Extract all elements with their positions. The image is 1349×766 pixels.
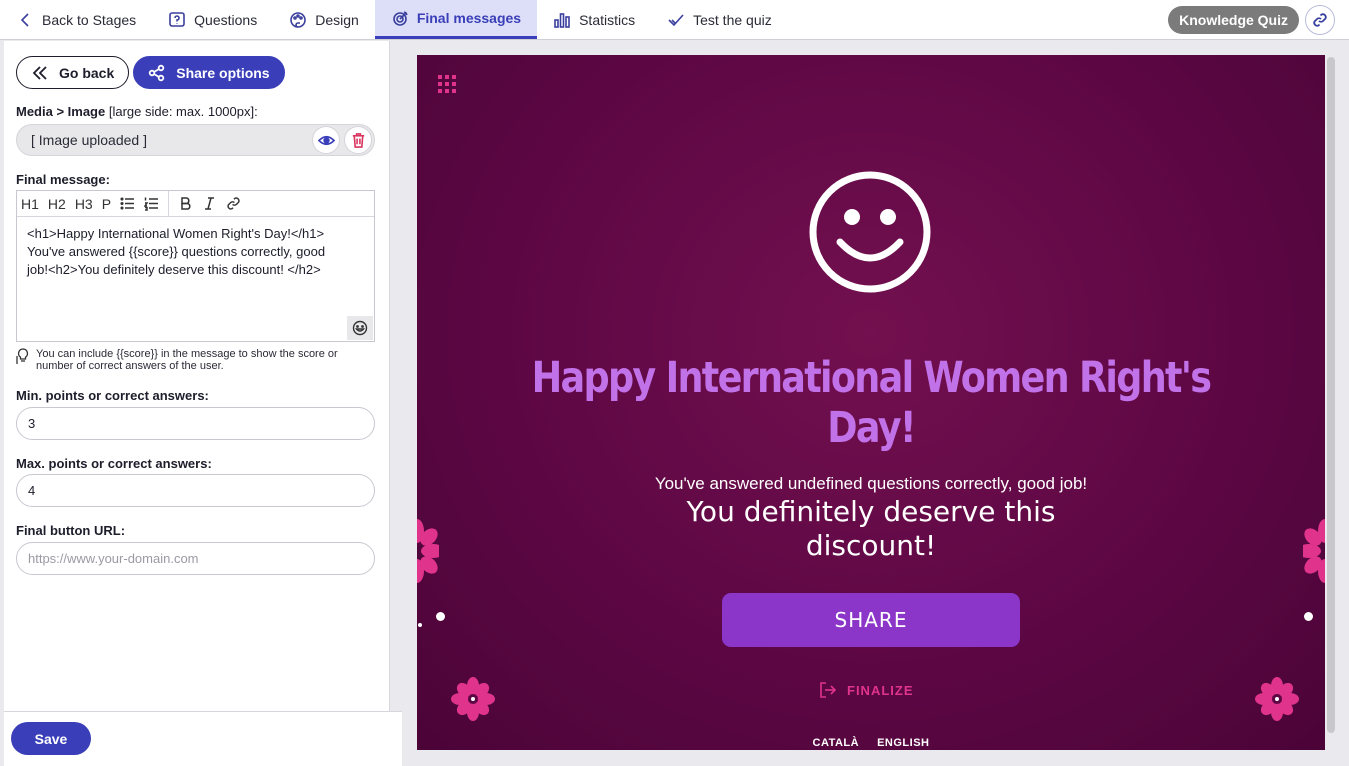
message-textarea[interactable]: <h1>Happy International Women Right's Da… xyxy=(17,217,374,287)
copy-link-button[interactable] xyxy=(1305,4,1335,35)
go-back-label: Go back xyxy=(59,64,115,81)
eye-icon xyxy=(317,135,335,145)
toolbar-separator xyxy=(168,190,170,217)
panel-action-row: Go back Share options xyxy=(16,56,285,89)
nav-back-to-stages[interactable]: Back to Stages xyxy=(0,0,152,39)
media-label-note: [large side: max. 1000px]: xyxy=(108,104,258,119)
bullet-list-button[interactable] xyxy=(120,196,135,211)
numbered-list-icon xyxy=(144,197,159,211)
trash-icon xyxy=(352,132,364,148)
palette-icon xyxy=(290,11,307,28)
min-points-input[interactable] xyxy=(16,407,375,440)
nav-tab-test-quiz[interactable]: Test the quiz xyxy=(651,0,788,39)
h1-button[interactable]: H1 xyxy=(21,196,39,212)
share-button[interactable]: SHARE xyxy=(722,593,1020,647)
language-catala[interactable]: CATALÀ xyxy=(813,737,860,749)
checkmark-icon xyxy=(668,13,684,26)
link-icon xyxy=(1313,12,1327,27)
final-message-editor[interactable]: H1 H2 H3 P <h1>Happy International Women… xyxy=(16,190,375,342)
insert-link-button[interactable] xyxy=(226,196,241,211)
nav-design-label: Design xyxy=(315,11,359,28)
question-icon xyxy=(169,11,185,27)
italic-icon xyxy=(205,197,215,210)
final-button-url-input[interactable] xyxy=(16,542,375,575)
editor-toolbar: H1 H2 H3 P xyxy=(17,190,374,217)
smiley-face-icon xyxy=(809,171,931,293)
bold-icon xyxy=(181,197,191,210)
flower-decoration-icon xyxy=(1255,677,1299,721)
bar-chart-icon xyxy=(554,12,570,28)
final-message-subtitle: You definitely deserve this discount! xyxy=(686,495,1056,562)
delete-image-button[interactable] xyxy=(344,126,372,154)
apps-grid-icon[interactable] xyxy=(438,75,456,93)
decorative-dot xyxy=(418,623,422,627)
finalize-button[interactable]: FINALIZE xyxy=(819,681,914,699)
score-hint-text: You can include {{score}} in the message… xyxy=(36,348,338,372)
preview-scrollbar[interactable] xyxy=(1327,57,1335,733)
italic-button[interactable] xyxy=(202,196,217,211)
language-switcher: CATALÀ ENGLISH xyxy=(417,737,1325,749)
max-points-input[interactable] xyxy=(16,474,375,507)
nav-statistics-label: Statistics xyxy=(579,11,636,28)
lightbulb-icon xyxy=(16,348,29,364)
nav-questions-label: Questions xyxy=(194,11,258,28)
top-navigation: Back to Stages Questions Design Final me… xyxy=(0,0,1349,40)
final-button-url-label: Final button URL: xyxy=(16,523,126,538)
media-image-field[interactable]: [ Image uploaded ] xyxy=(16,124,375,156)
settings-panel: Go back Share options Media > Image [lar… xyxy=(4,41,390,711)
save-button[interactable]: Save xyxy=(11,722,91,755)
nav-tab-final-messages[interactable]: Final messages xyxy=(374,0,538,39)
decorative-dot xyxy=(436,612,445,621)
share-options-button[interactable]: Share options xyxy=(133,56,285,89)
decorative-dot xyxy=(1304,612,1313,621)
h2-button[interactable]: H2 xyxy=(48,196,66,212)
emoji-icon xyxy=(352,320,368,336)
emoji-picker-button[interactable] xyxy=(347,316,373,340)
share-icon xyxy=(149,64,165,81)
min-points-label: Min. points or correct answers: xyxy=(16,388,209,403)
exit-icon xyxy=(820,682,837,698)
double-chevron-left-icon xyxy=(32,65,47,80)
max-points-label: Max. points or correct answers: xyxy=(16,456,212,471)
bold-button[interactable] xyxy=(178,196,193,211)
numbered-list-button[interactable] xyxy=(144,196,159,211)
flower-decoration-icon xyxy=(1303,519,1325,583)
nav-final-messages-label: Final messages xyxy=(416,10,522,26)
h3-button[interactable]: H3 xyxy=(75,196,93,212)
message-line-3: job!<h2>You definitely deserve this disc… xyxy=(27,262,321,277)
nav-back-label: Back to Stages xyxy=(42,11,137,28)
chevron-left-icon xyxy=(20,12,29,27)
nav-tab-statistics[interactable]: Statistics xyxy=(537,0,651,39)
preview-area: Happy International Women Right's Day! Y… xyxy=(402,41,1349,766)
media-label: Media > Image [large side: max. 1000px]: xyxy=(16,104,258,119)
media-image-value: [ Image uploaded ] xyxy=(31,132,147,148)
language-english[interactable]: ENGLISH xyxy=(877,737,929,749)
go-back-button[interactable]: Go back xyxy=(16,56,130,89)
target-icon xyxy=(393,11,408,26)
quiz-preview: Happy International Women Right's Day! Y… xyxy=(417,55,1325,750)
nav-test-label: Test the quiz xyxy=(693,11,772,28)
bullet-list-icon xyxy=(120,197,135,210)
paragraph-button[interactable]: P xyxy=(102,196,111,212)
media-actions xyxy=(312,126,372,154)
final-message-score-line: You've answered undefined questions corr… xyxy=(654,474,1088,493)
quiz-name-badge[interactable]: Knowledge Quiz xyxy=(1168,5,1299,34)
media-label-text: Media > Image xyxy=(16,104,106,119)
panel-footer: Save xyxy=(4,711,402,766)
nav-tab-questions[interactable]: Questions xyxy=(152,0,273,39)
link-icon xyxy=(227,197,240,210)
message-line-1: <h1>Happy International Women Right's Da… xyxy=(27,226,325,241)
nav-tab-design[interactable]: Design xyxy=(273,0,375,39)
final-message-title: Happy International Women Right's Day! xyxy=(531,353,1212,453)
finalize-label: FINALIZE xyxy=(847,682,914,698)
message-line-2: You've answered {{score}} questions corr… xyxy=(27,244,326,259)
flower-decoration-icon xyxy=(451,677,495,721)
score-hint: You can include {{score}} in the message… xyxy=(16,348,376,372)
final-message-label: Final message: xyxy=(16,172,110,187)
flower-decoration-icon xyxy=(417,519,439,583)
preview-image-button[interactable] xyxy=(312,126,340,154)
share-options-label: Share options xyxy=(176,64,270,81)
